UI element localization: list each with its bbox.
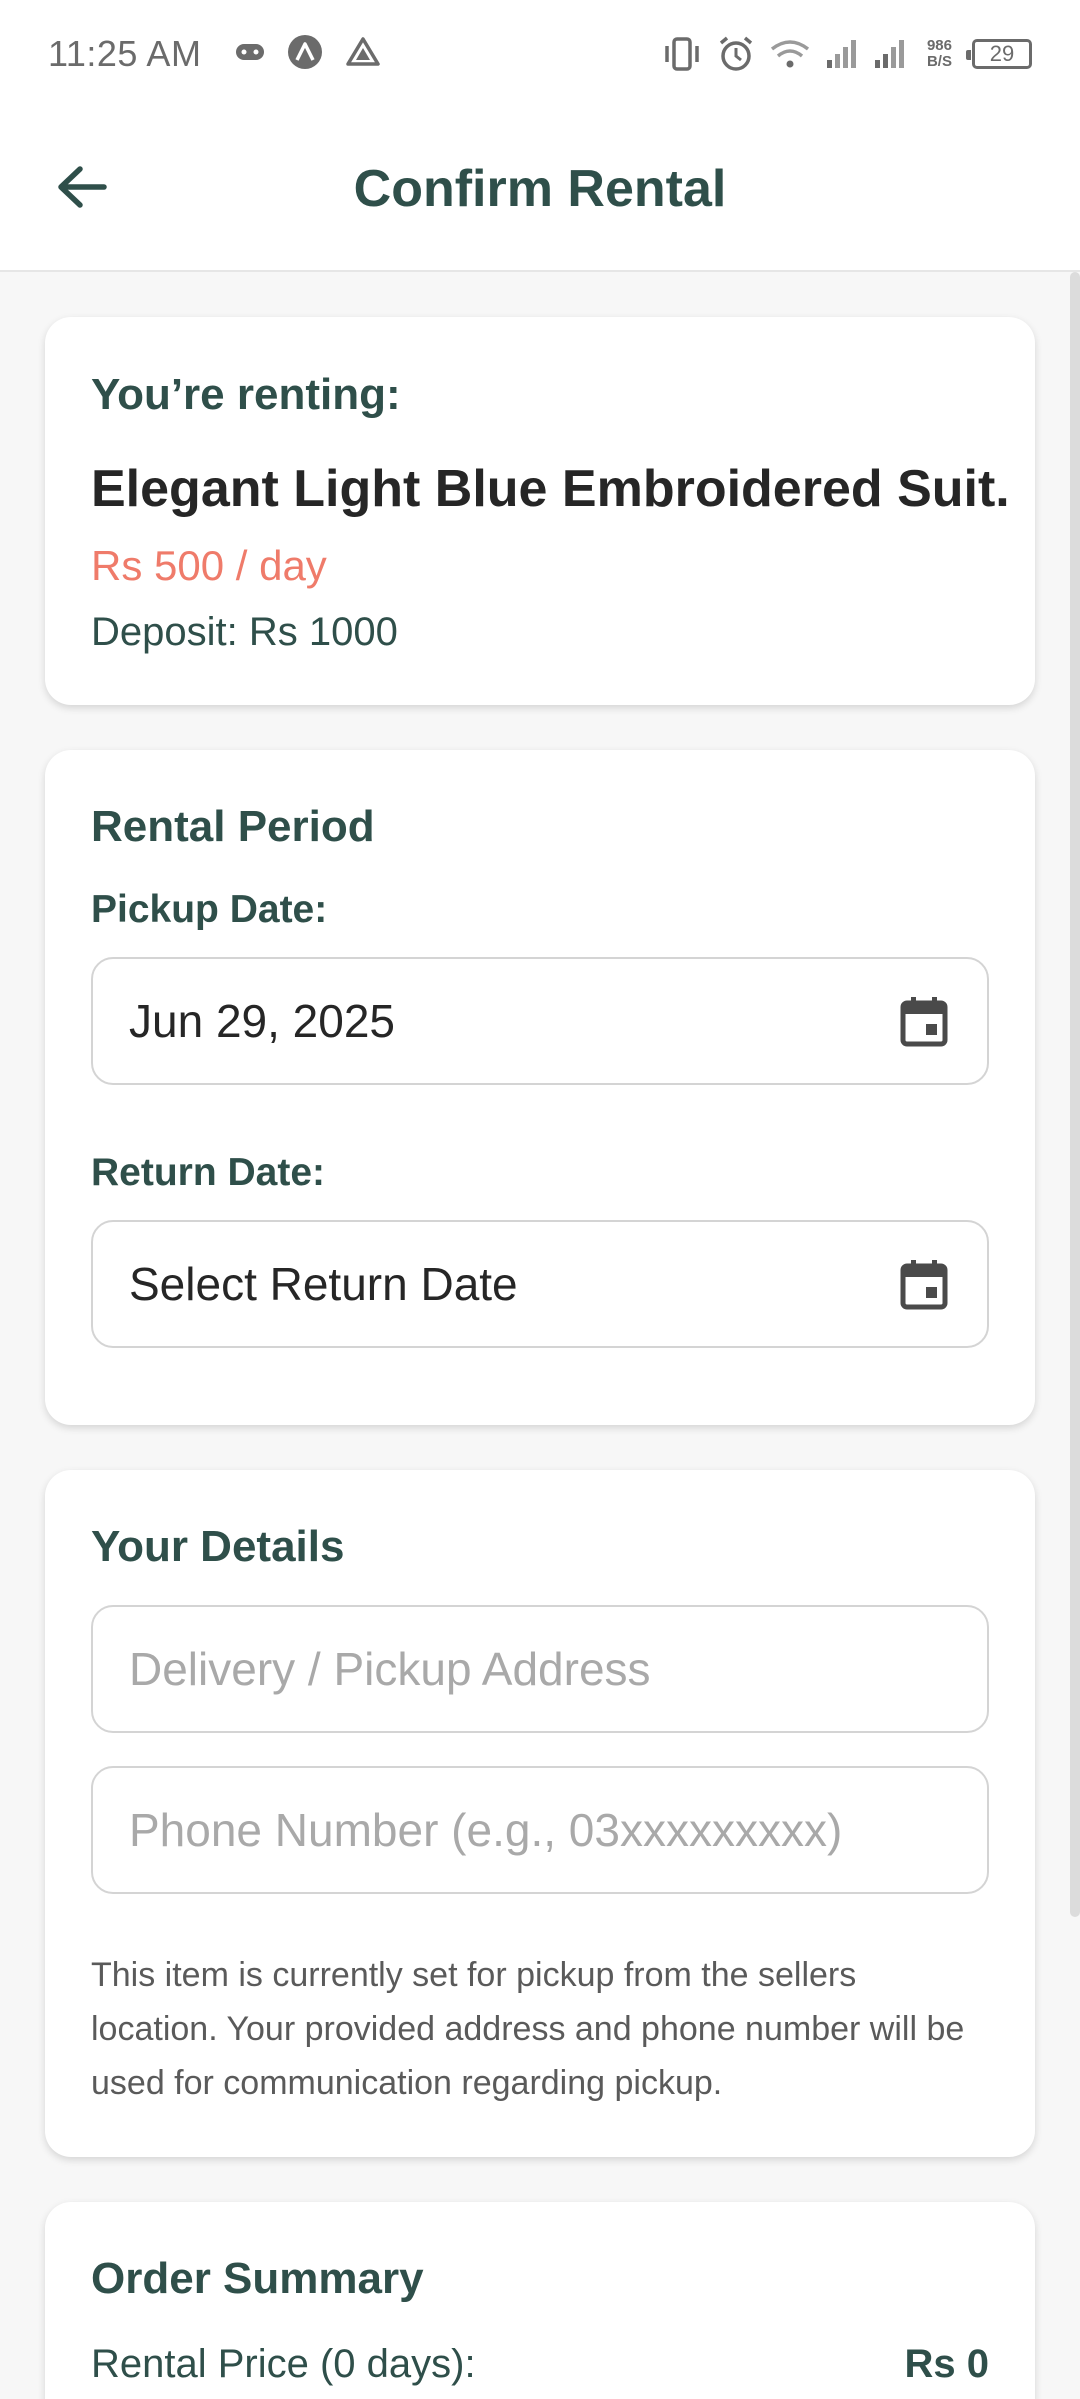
item-price: Rs 500 / day xyxy=(91,542,327,589)
item-deposit: Deposit: Rs 1000 xyxy=(91,610,398,654)
status-right-icons: 986 B/S 29 xyxy=(661,35,1032,73)
page-title: Confirm Rental xyxy=(353,160,727,218)
item-card: You’re renting: Elegant Light Blue Embro… xyxy=(45,317,1035,705)
your-details-title: Your Details xyxy=(91,1522,345,1571)
pickup-date-field[interactable]: Jun 29, 2025 xyxy=(91,957,989,1085)
rental-period-card: Rental Period Pickup Date: Jun 29, 2025 … xyxy=(45,750,1035,1425)
battery-icon: 29 xyxy=(966,39,1032,69)
phone-field[interactable]: Phone Number (e.g., 03xxxxxxxxx) xyxy=(91,1766,989,1894)
app-a-icon xyxy=(287,34,323,75)
net-speed-unit: B/S xyxy=(926,53,952,70)
order-summary-title: Order Summary xyxy=(91,2254,424,2303)
return-date-label: Return Date: xyxy=(91,1151,326,1194)
status-time: 11:25 AM xyxy=(48,33,202,74)
address-placeholder: Delivery / Pickup Address xyxy=(129,1643,651,1695)
item-name: Elegant Light Blue Embroidered Suit. xyxy=(91,460,1010,518)
order-summary-card: Order Summary Rental Price (0 days): Rs … xyxy=(45,2202,1035,2399)
wifi-icon xyxy=(769,37,811,71)
phone-placeholder: Phone Number (e.g., 03xxxxxxxxx) xyxy=(129,1804,843,1856)
arrow-left-icon xyxy=(56,165,108,214)
address-field[interactable]: Delivery / Pickup Address xyxy=(91,1605,989,1733)
alarm-icon xyxy=(717,35,755,73)
signal-icon xyxy=(825,38,859,70)
net-speed-indicator: 986 B/S xyxy=(927,38,952,70)
rental-price-row: Rental Price (0 days): Rs 0 xyxy=(91,2342,989,2387)
drive-icon xyxy=(345,36,381,73)
game-controller-icon xyxy=(235,41,265,68)
back-button[interactable] xyxy=(50,157,114,221)
net-speed-value: 986 xyxy=(926,37,952,54)
battery-level: 29 xyxy=(989,41,1015,66)
pickup-date-value: Jun 29, 2025 xyxy=(129,995,396,1047)
return-date-field[interactable]: Select Return Date xyxy=(91,1220,989,1348)
renting-label: You’re renting: xyxy=(91,370,401,419)
app-header: Confirm Rental xyxy=(0,108,1080,272)
rental-price-label: Rental Price (0 days): xyxy=(91,2342,476,2386)
pickup-note: This item is currently set for pickup fr… xyxy=(91,1956,965,2102)
calendar-icon[interactable] xyxy=(897,994,951,1048)
return-date-value: Select Return Date xyxy=(129,1258,518,1310)
rental-period-title: Rental Period xyxy=(91,802,375,851)
status-left-icons xyxy=(235,34,381,75)
calendar-icon[interactable] xyxy=(897,1257,951,1311)
rental-price-value: Rs 0 xyxy=(904,2342,990,2386)
pickup-date-label: Pickup Date: xyxy=(91,888,328,931)
status-bar: 11:25 AM 986 B/S 29 xyxy=(0,0,1080,108)
vibrate-icon xyxy=(661,36,703,72)
screen: 11:25 AM 986 B/S 29 Confirm Rental You’r… xyxy=(0,0,1080,2399)
scrollbar-thumb[interactable] xyxy=(1070,272,1080,1917)
signal-icon xyxy=(873,38,907,70)
your-details-card: Your Details Delivery / Pickup Address P… xyxy=(45,1470,1035,2157)
